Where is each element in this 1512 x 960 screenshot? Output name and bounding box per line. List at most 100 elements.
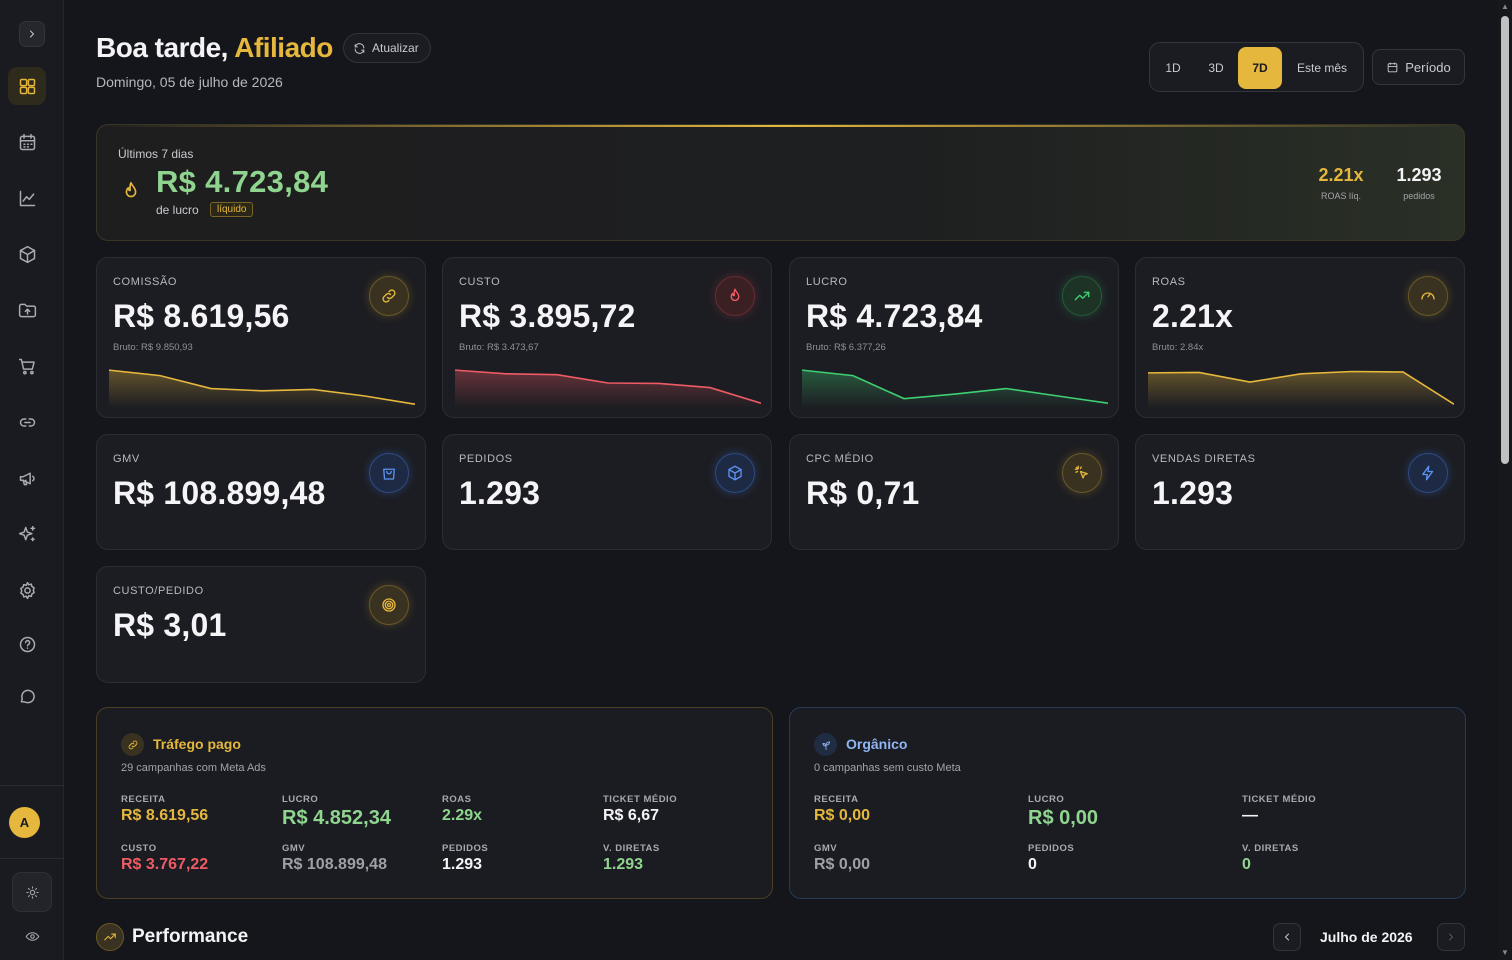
metric-receita: RECEITA R$ 8.619,56 (121, 794, 208, 825)
sun-icon (25, 885, 39, 899)
range-1d-button[interactable]: 1D (1156, 47, 1190, 89)
metric-ticket: TICKET MÉDIO R$ 6,67 (603, 794, 677, 825)
card-custo: CUSTO R$ 3.895,72 Bruto: R$ 3.473,67 (442, 257, 772, 418)
metric-pedidos: PEDIDOS 0 (1028, 843, 1074, 874)
target-icon (369, 585, 409, 625)
refresh-button[interactable]: Atualizar (343, 33, 431, 63)
metric-label: PEDIDOS (442, 843, 489, 854)
sprout-icon (814, 733, 837, 756)
metric-value: 1.293 (442, 856, 483, 873)
gear-icon (19, 581, 35, 599)
metric-label: GMV (814, 843, 838, 854)
hero-roas-label: ROAS líq. (1320, 191, 1361, 201)
section-title: Orgânico (846, 736, 908, 752)
sidebar-item-products[interactable] (8, 235, 46, 273)
previous-month-button[interactable] (1273, 923, 1301, 951)
metric-value: R$ 0,00 (1028, 807, 1099, 829)
card-label: LUCRO (806, 276, 848, 288)
card-label: ROAS (1152, 276, 1186, 288)
card-value: R$ 8.619,56 (113, 298, 290, 334)
chevron-left-icon (1284, 933, 1289, 941)
card-pedidos: PEDIDOS 1.293 (442, 434, 772, 550)
user-avatar[interactable]: A (9, 807, 40, 838)
metric-receita: RECEITA R$ 0,00 (814, 794, 870, 825)
metric-custo: CUSTO R$ 3.767,22 (121, 843, 208, 874)
calendar-icon (1387, 62, 1398, 72)
page-scrollbar[interactable]: ▲ ▼ (1498, 0, 1512, 960)
metric-gmv: GMV R$ 108.899,48 (282, 843, 387, 874)
range-3d-button[interactable]: 3D (1199, 47, 1233, 89)
metric-label: TICKET MÉDIO (603, 794, 678, 805)
card-value: 2.21x (1152, 298, 1234, 334)
link-icon (19, 417, 35, 427)
card-value: R$ 4.723,84 (806, 298, 983, 334)
scroll-up-arrow[interactable]: ▲ (1501, 3, 1509, 11)
performance-title: Performance (132, 926, 249, 947)
metric-vdiretas: V. DIRETAS 1.293 (603, 843, 660, 874)
range-7d-button[interactable]: 7D (1238, 47, 1282, 89)
sidebar-item-campaigns[interactable] (8, 459, 46, 497)
sidebar-item-settings[interactable] (8, 571, 46, 609)
section-title: Tráfego pago (153, 736, 241, 752)
scroll-down-arrow[interactable]: ▼ (1501, 949, 1509, 957)
hero-orders-value: 1.293 (1396, 165, 1442, 185)
card-value: R$ 108.899,48 (113, 475, 326, 511)
sidebar-expand-button[interactable] (19, 21, 45, 47)
greeting-text: Boa tarde, (96, 32, 228, 63)
card-value: R$ 3.895,72 (459, 298, 636, 334)
theme-toggle-button[interactable] (12, 872, 52, 912)
line-chart-icon (19, 190, 35, 206)
sidebar-item-dashboard[interactable] (8, 67, 46, 105)
scroll-thumb[interactable] (1501, 16, 1509, 464)
paid-traffic-panel: Tráfego pago 29 campanhas com Meta Ads R… (96, 707, 773, 899)
hero-roas-value: 2.21x (1318, 165, 1364, 185)
section-subtitle: 0 campanhas sem custo Meta (814, 762, 961, 774)
page-title: Boa tarde, Afiliado (96, 32, 333, 64)
card-value: R$ 3,01 (113, 607, 227, 643)
next-month-button[interactable] (1437, 923, 1465, 951)
metric-value: R$ 0,00 (814, 856, 871, 873)
card-label: VENDAS DIRETAS (1152, 453, 1256, 465)
metric-value: R$ 0,00 (814, 807, 871, 824)
metric-label: LUCRO (282, 794, 319, 805)
sparkline (1148, 370, 1454, 408)
sidebar-item-calendar[interactable] (8, 123, 46, 161)
card-label: CPC MÉDIO (806, 453, 874, 465)
sidebar-item-links[interactable] (8, 403, 46, 441)
hero-period: Últimos 7 dias (118, 147, 194, 161)
card-sub: Bruto: R$ 9.850,93 (113, 342, 193, 353)
sparkline (109, 369, 415, 408)
sidebar-item-chat[interactable] (8, 677, 46, 715)
metric-label: RECEITA (121, 794, 166, 805)
hero-profit-value: R$ 4.723,84 (156, 164, 329, 199)
sidebar-item-analytics[interactable] (8, 179, 46, 217)
card-custo-pedido: CUSTO/PEDIDO R$ 3,01 (96, 566, 426, 683)
chevron-right-icon (1449, 933, 1454, 941)
visibility-toggle-button[interactable] (12, 916, 52, 956)
sparkles-icon (18, 525, 35, 541)
card-sub: Bruto: 2.84x (1152, 342, 1204, 353)
metric-label: ROAS (442, 794, 472, 805)
sidebar-item-upload[interactable] (8, 291, 46, 329)
sparkline-area (1148, 371, 1454, 408)
section-subtitle: 29 campanhas com Meta Ads (121, 762, 266, 774)
layout-grid-icon (19, 78, 35, 94)
range-month-button[interactable]: Este mês (1288, 47, 1356, 89)
shopping-bag-icon (369, 453, 409, 493)
sparkline (802, 369, 1108, 408)
trending-up-icon (1062, 276, 1102, 316)
cursor-click-icon (1062, 453, 1102, 493)
sidebar-item-help[interactable] (8, 625, 46, 663)
card-lucro: LUCRO R$ 4.723,84 Bruto: R$ 6.377,26 (789, 257, 1119, 418)
metric-roas: ROAS 2.29x (442, 794, 482, 825)
hero-orders-label: pedidos (1403, 191, 1435, 201)
megaphone-icon (19, 472, 35, 485)
period-button[interactable]: Período (1372, 49, 1465, 85)
sidebar-item-ai[interactable] (8, 515, 46, 553)
dashboard-app: A Boa tarde, Afiliado Atualizar Domingo,… (0, 0, 1512, 960)
sidebar-divider (0, 785, 64, 786)
folder-upload-icon (18, 303, 36, 317)
card-cpc: CPC MÉDIO R$ 0,71 (789, 434, 1119, 550)
sidebar-item-cart[interactable] (8, 347, 46, 385)
metric-label: V. DIRETAS (603, 843, 660, 854)
